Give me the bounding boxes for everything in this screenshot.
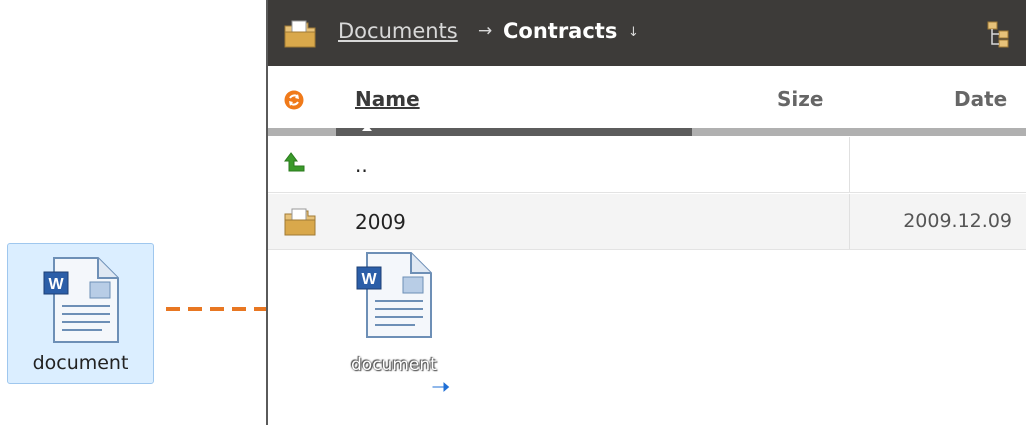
- list-item-folder-2009[interactable]: 2009 2009.12.09: [268, 194, 1026, 250]
- sort-ascending-indicator: [362, 125, 372, 131]
- column-header-date[interactable]: Date: [954, 87, 1007, 111]
- word-document-icon: W: [43, 257, 119, 343]
- up-arrow-icon: [284, 152, 305, 172]
- dragged-document-ghost[interactable]: W document: [345, 251, 460, 395]
- list-item-parent-directory[interactable]: ..: [268, 137, 1026, 193]
- breadcrumb-separator: →: [478, 21, 493, 41]
- desktop-icon-label: document: [32, 352, 129, 374]
- folder-icon: [284, 208, 316, 236]
- name-column-resize-bar[interactable]: [336, 128, 692, 136]
- refresh-icon[interactable]: [284, 90, 304, 110]
- folder-icon: [284, 20, 316, 48]
- list-item-name: ..: [355, 153, 368, 177]
- svg-text:W: W: [361, 271, 377, 288]
- breadcrumb-dropdown-icon[interactable]: ↓: [628, 25, 639, 40]
- list-item-date: 2009.12.09: [903, 210, 1012, 232]
- breadcrumb-current-folder[interactable]: Contracts: [503, 19, 617, 43]
- toolbar: Documents → Contracts ↓: [268, 0, 1026, 66]
- column-header-row: Name Size Date: [268, 66, 1026, 128]
- column-header-size[interactable]: Size: [777, 87, 823, 111]
- dragged-item-label: document: [351, 355, 437, 375]
- word-document-icon: W: [356, 252, 432, 338]
- svg-text:W: W: [48, 276, 64, 293]
- breadcrumb-documents[interactable]: Documents: [338, 19, 458, 43]
- desktop-document-icon[interactable]: W document: [7, 243, 154, 384]
- tree-view-icon[interactable]: [986, 20, 1012, 48]
- list-item-name: 2009: [355, 210, 406, 234]
- move-arrow-icon: [431, 379, 451, 395]
- column-header-name[interactable]: Name: [355, 87, 420, 111]
